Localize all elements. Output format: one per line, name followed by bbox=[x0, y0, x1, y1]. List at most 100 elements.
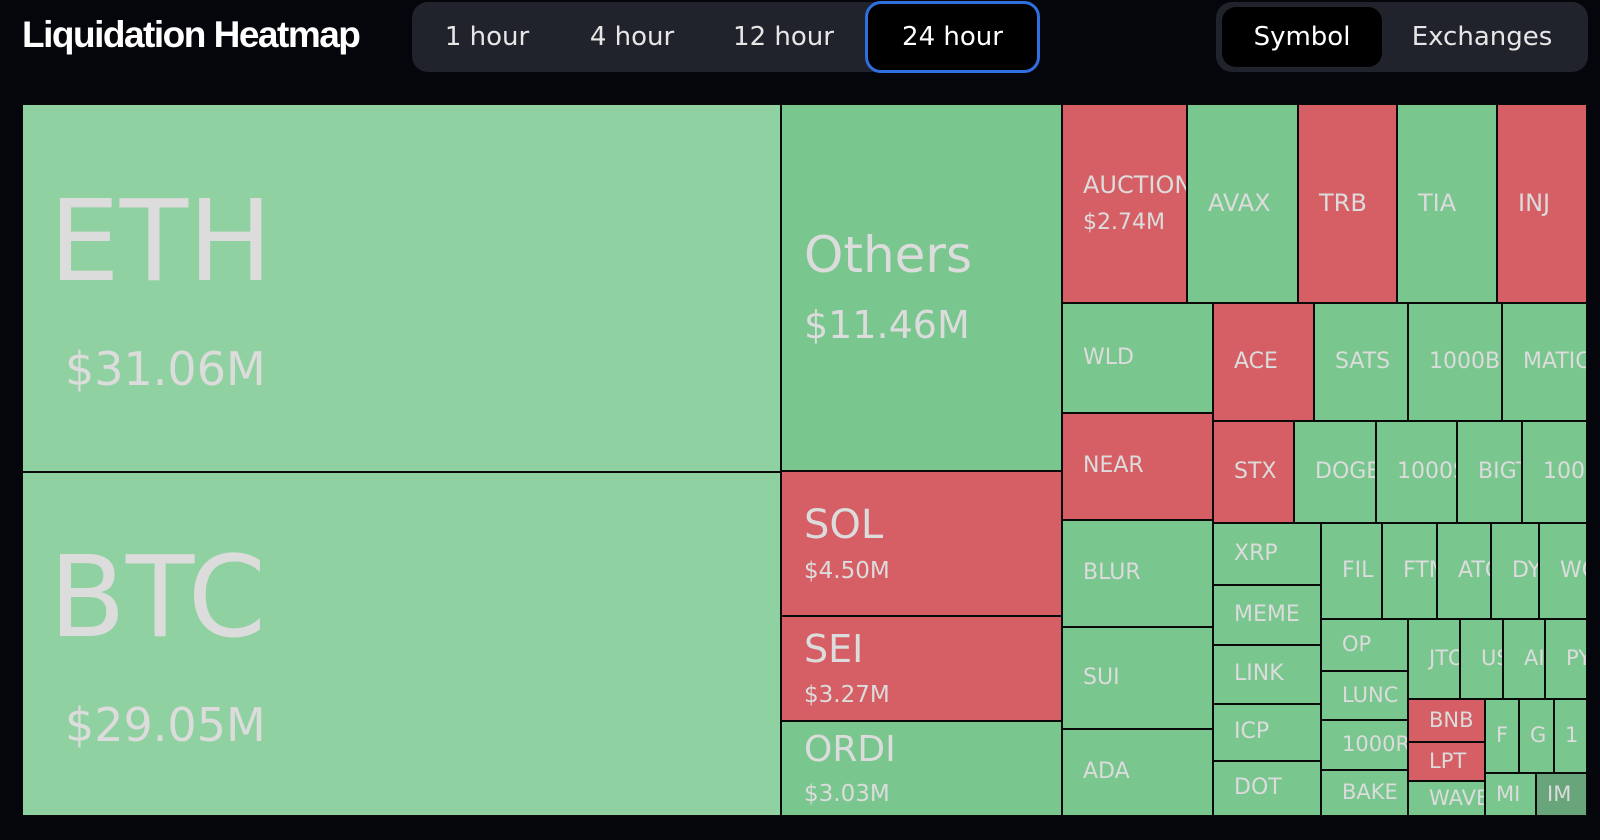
tile-im[interactable]: IM bbox=[1536, 773, 1587, 816]
tile-1000sats[interactable]: 1000SATS bbox=[1376, 421, 1457, 523]
tile-symbol: 1000BONK bbox=[1429, 348, 1501, 374]
tile-pyth[interactable]: PYTH bbox=[1545, 619, 1587, 699]
time-range-24-hour[interactable]: 24 hour bbox=[865, 1, 1040, 73]
tile-symbol: BTC bbox=[49, 533, 266, 664]
tile-symbol: MATIC bbox=[1523, 348, 1587, 374]
tile-wld[interactable]: WLD bbox=[1062, 303, 1213, 413]
tile-symbol: SOL bbox=[804, 501, 884, 548]
tile-symbol: ATOM bbox=[1458, 557, 1490, 583]
tile-symbol: LUNC bbox=[1342, 682, 1399, 707]
tile-inj[interactable]: INJ bbox=[1497, 104, 1587, 303]
tile-symbol: BAKE bbox=[1342, 780, 1398, 805]
tile-sei[interactable]: SEI $3.27M bbox=[781, 616, 1062, 721]
tile-symbol: AUCTION bbox=[1083, 171, 1187, 200]
tile-symbol: ICP bbox=[1234, 719, 1270, 745]
tile-f[interactable]: F bbox=[1485, 699, 1519, 773]
tile-symbol: INJ bbox=[1518, 189, 1551, 218]
tile-meme[interactable]: MEME bbox=[1213, 585, 1321, 645]
tile-op[interactable]: OP bbox=[1321, 619, 1408, 671]
tile-value: $2.74M bbox=[1083, 209, 1165, 235]
tile-xrp[interactable]: XRP bbox=[1213, 523, 1321, 585]
tile-value: $4.50M bbox=[804, 557, 890, 584]
tile-ustc[interactable]: USTC bbox=[1460, 619, 1503, 699]
tile-symbol: TIA bbox=[1418, 189, 1457, 218]
tile-symbol: FTM bbox=[1403, 557, 1436, 583]
time-range-12-hour[interactable]: 12 hour bbox=[702, 2, 865, 72]
tile-avax[interactable]: AVAX bbox=[1187, 104, 1298, 303]
tile-dydx[interactable]: DYDX bbox=[1491, 523, 1539, 619]
tile-symbol: MI bbox=[1496, 781, 1521, 806]
time-range-4-hour[interactable]: 4 hour bbox=[562, 2, 702, 72]
tile-g[interactable]: G bbox=[1519, 699, 1554, 773]
tile-symbol: LINK bbox=[1234, 661, 1284, 687]
tile-atom[interactable]: ATOM bbox=[1437, 523, 1491, 619]
tile-symbol: MEME bbox=[1234, 601, 1300, 627]
tile-mi[interactable]: MI bbox=[1485, 773, 1536, 816]
tile-symbol: BLUR bbox=[1083, 560, 1141, 586]
tile-symbol: ORDI bbox=[804, 729, 896, 771]
tile-value: $3.03M bbox=[804, 780, 890, 807]
tile-fil[interactable]: FIL bbox=[1321, 523, 1382, 619]
tile-auction[interactable]: AUCTION $2.74M bbox=[1062, 104, 1187, 303]
tile-stx[interactable]: STX bbox=[1213, 421, 1294, 523]
tile-ftm[interactable]: FTM bbox=[1382, 523, 1437, 619]
tile-symbol: 1000SATS bbox=[1397, 458, 1456, 484]
tile-ordi[interactable]: ORDI $3.03M bbox=[781, 721, 1062, 816]
tile-symbol: F bbox=[1496, 723, 1509, 748]
tile-woo[interactable]: WOO bbox=[1539, 523, 1587, 619]
tile-eth[interactable]: ETH $31.06M bbox=[22, 104, 781, 472]
tile-trb[interactable]: TRB bbox=[1298, 104, 1397, 303]
tile-1[interactable]: 1 bbox=[1554, 699, 1587, 773]
tile-matic[interactable]: MATIC bbox=[1502, 303, 1587, 421]
view-mode-selector: Symbol Exchanges bbox=[1216, 2, 1588, 72]
tile-symbol: ETH bbox=[49, 177, 273, 308]
tile-symbol: ACE bbox=[1234, 348, 1278, 374]
tile-dot[interactable]: DOT bbox=[1213, 761, 1321, 816]
tile-1000[interactable]: 1000 bbox=[1522, 421, 1587, 523]
tile-sol[interactable]: SOL $4.50M bbox=[781, 471, 1062, 616]
tile-bake[interactable]: BAKE bbox=[1321, 770, 1408, 816]
tile-ai[interactable]: AI bbox=[1503, 619, 1545, 699]
tile-value: $29.05M bbox=[65, 698, 266, 753]
tile-link[interactable]: LINK bbox=[1213, 645, 1321, 704]
tile-value: $11.46M bbox=[804, 303, 970, 348]
tile-blur[interactable]: BLUR bbox=[1062, 520, 1213, 627]
tile-waves[interactable]: WAVES bbox=[1408, 781, 1485, 816]
tile-symbol: STX bbox=[1234, 458, 1277, 484]
time-range-1-hour[interactable]: 1 hour bbox=[412, 2, 562, 72]
tile-1000bonk[interactable]: 1000BONK bbox=[1408, 303, 1502, 421]
page-title: Liquidation Heatmap bbox=[22, 14, 361, 55]
tile-symbol: XRP bbox=[1234, 540, 1278, 566]
tile-symbol: FIL bbox=[1342, 557, 1374, 583]
tile-lpt[interactable]: LPT bbox=[1408, 742, 1485, 781]
tile-ada[interactable]: ADA bbox=[1062, 729, 1213, 816]
tile-1000rats[interactable]: 1000RATS bbox=[1321, 720, 1408, 770]
tile-bigtime[interactable]: BIGTIME bbox=[1457, 421, 1522, 523]
tile-symbol: SEI bbox=[804, 626, 864, 671]
view-mode-exchanges[interactable]: Exchanges bbox=[1382, 2, 1582, 72]
tile-lunc[interactable]: LUNC bbox=[1321, 671, 1408, 720]
tile-value: $3.27M bbox=[804, 681, 890, 708]
view-mode-symbol[interactable]: Symbol bbox=[1222, 7, 1382, 67]
tile-icp[interactable]: ICP bbox=[1213, 704, 1321, 761]
tile-symbol: BNB bbox=[1429, 707, 1474, 732]
tile-sui[interactable]: SUI bbox=[1062, 627, 1213, 729]
tile-tia[interactable]: TIA bbox=[1397, 104, 1497, 303]
tile-others[interactable]: Others $11.46M bbox=[781, 104, 1062, 471]
tile-btc[interactable]: BTC $29.05M bbox=[22, 472, 781, 816]
tile-symbol: 1000 bbox=[1543, 458, 1586, 484]
tile-sats[interactable]: SATS bbox=[1314, 303, 1408, 421]
tile-symbol: AVAX bbox=[1208, 189, 1271, 218]
tile-symbol: DOGE bbox=[1315, 458, 1376, 484]
time-range-selector: 1 hour 4 hour 12 hour 24 hour bbox=[412, 1, 1040, 73]
tile-ace[interactable]: ACE bbox=[1213, 303, 1314, 421]
tile-jto[interactable]: JTO bbox=[1408, 619, 1460, 699]
tile-symbol: OP bbox=[1342, 632, 1372, 657]
tile-near[interactable]: NEAR bbox=[1062, 413, 1213, 520]
tile-symbol: DOT bbox=[1234, 775, 1282, 801]
tile-symbol: LPT bbox=[1429, 748, 1467, 773]
tile-symbol: SATS bbox=[1335, 348, 1391, 374]
tile-symbol: USTC bbox=[1481, 646, 1502, 671]
tile-bnb[interactable]: BNB bbox=[1408, 699, 1485, 742]
tile-doge[interactable]: DOGE bbox=[1294, 421, 1376, 523]
